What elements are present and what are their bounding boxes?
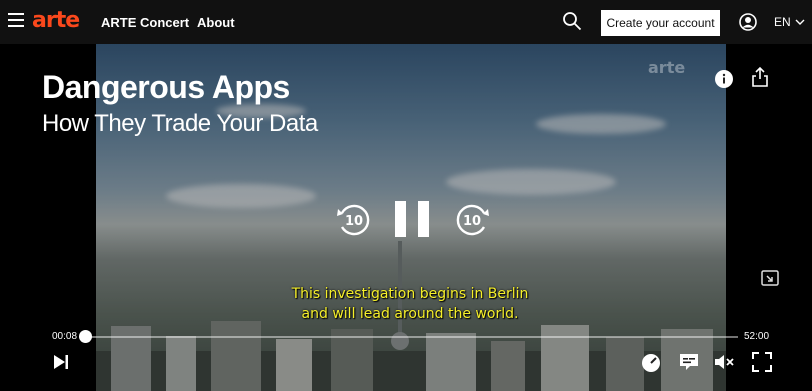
video-player[interactable]: Dangerous Apps How They Trade Your Data … bbox=[0, 44, 812, 391]
current-time: 00:08 bbox=[52, 331, 78, 342]
speed-icon[interactable] bbox=[640, 351, 662, 373]
next-icon[interactable] bbox=[53, 354, 69, 370]
arte-watermark: arte bbox=[648, 58, 686, 77]
top-navigation: arte ARTE Concert About Create your acco… bbox=[0, 0, 812, 44]
caption-line-2: and will lead around the world. bbox=[301, 306, 519, 322]
user-icon[interactable] bbox=[739, 13, 757, 31]
progress-track[interactable] bbox=[84, 336, 738, 338]
menu-icon[interactable] bbox=[8, 13, 24, 27]
total-time: 52:00 bbox=[744, 331, 770, 342]
pause-icon[interactable] bbox=[395, 201, 429, 237]
forward-seconds-label: 10 bbox=[463, 214, 481, 229]
rewind-seconds-label: 10 bbox=[345, 214, 363, 229]
caption-line-1: This investigation begins in Berlin bbox=[291, 286, 529, 302]
chevron-down-icon bbox=[795, 19, 805, 25]
rewind-10-icon[interactable]: 10 bbox=[334, 200, 374, 240]
nav-arte-concert[interactable]: ARTE Concert bbox=[101, 15, 189, 30]
video-title: Dangerous Apps bbox=[42, 69, 290, 105]
search-icon[interactable] bbox=[562, 11, 582, 31]
mute-icon[interactable] bbox=[713, 351, 735, 373]
language-selector[interactable]: EN bbox=[774, 15, 805, 29]
subtitle-caption: This investigation begins in Berlin and … bbox=[250, 284, 570, 324]
forward-10-icon[interactable]: 10 bbox=[452, 200, 492, 240]
fullscreen-icon[interactable] bbox=[751, 351, 773, 373]
video-subtitle: How They Trade Your Data bbox=[42, 110, 318, 137]
language-label: EN bbox=[774, 15, 791, 29]
info-icon[interactable] bbox=[715, 70, 733, 88]
pip-icon[interactable] bbox=[760, 268, 780, 288]
progress-scrubber[interactable] bbox=[79, 330, 92, 343]
subtitles-icon[interactable] bbox=[678, 351, 700, 373]
arte-logo[interactable]: arte bbox=[32, 9, 80, 33]
share-icon[interactable] bbox=[751, 66, 769, 88]
nav-about[interactable]: About bbox=[197, 15, 235, 30]
create-account-button[interactable]: Create your account bbox=[601, 10, 720, 36]
